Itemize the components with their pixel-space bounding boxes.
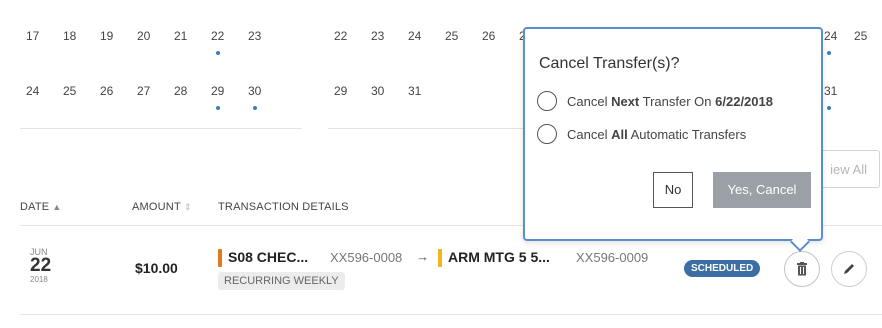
calendar-day[interactable]: 25 [445,29,482,59]
calendar-day[interactable]: 25 [63,84,100,114]
sort-icon: ⇕ [183,202,192,212]
popover-title: Cancel Transfer(s)? [539,55,680,72]
calendar-day[interactable]: 31 [408,84,445,114]
calendar-day[interactable]: 22 [334,29,371,59]
event-dot [216,51,220,55]
calendar-day[interactable]: 24 [824,29,854,59]
cancel-next-label: Cancel Next Transfer On 6/22/2018 [567,93,773,109]
radio-button[interactable] [537,91,557,111]
from-account-number: XX596-0008 [330,250,403,265]
calendar-right-week1: 24 25 [824,29,880,59]
calendar-right-week2: 31 [824,84,854,114]
transfer-arrow-icon: → [416,249,429,264]
calendar-day[interactable]: 29 [334,84,371,114]
event-dot [253,106,257,110]
event-dot [827,51,831,55]
pencil-icon [844,264,854,274]
yes-cancel-button[interactable]: Yes, Cancel [713,172,811,208]
date-year: 2018 [30,275,48,284]
event-dot [216,106,220,110]
to-account-name: ARM MTG 5 5... [448,249,550,265]
from-account-color-bar [218,249,222,267]
calendar-day[interactable]: 31 [824,84,854,114]
cancel-all-label: Cancel All Automatic Transfers [567,126,747,142]
calendar-day[interactable]: 28 [174,84,211,114]
date-column-header[interactable]: DATE ▲ [20,201,61,213]
calendar-day[interactable]: 23 [248,29,285,59]
no-button[interactable]: No [653,172,693,208]
calendar-divider [328,128,528,129]
to-account-color-bar [438,249,442,267]
status-badge: SCHEDULED [684,260,761,277]
calendar-day[interactable]: 19 [100,29,137,59]
calendar-day[interactable]: 30 [248,84,285,114]
calendar-day[interactable]: 21 [174,29,211,59]
calendar-day[interactable]: 26 [482,29,519,59]
from-account-name: S08 CHEC... [228,249,309,265]
calendar-day[interactable]: 17 [26,29,63,59]
popover-pointer [790,232,810,252]
calendar-day[interactable]: 29 [211,84,248,114]
cancel-next-option[interactable]: Cancel Next Transfer On 6/22/2018 [537,91,773,111]
calendar-day[interactable]: 25 [854,29,880,59]
calendar-left-week2: 24 25 26 27 28 29 30 [26,84,285,114]
calendar-day[interactable]: 24 [408,29,445,59]
event-dot [827,106,831,110]
calendar-day[interactable]: 26 [100,84,137,114]
calendar-day[interactable]: 23 [371,29,408,59]
calendar-day[interactable]: 24 [26,84,63,114]
cancel-all-option[interactable]: Cancel All Automatic Transfers [537,124,746,144]
recurrence-tag: RECURRING WEEKLY [218,272,345,290]
calendar-left-week1: 17 18 19 20 21 22 23 [26,29,285,59]
calendar-middle-week2: 29 30 31 [334,84,445,114]
edit-button[interactable] [831,251,867,287]
transaction-date: JUN 22 2018 [30,247,60,284]
details-column-header: TRANSACTION DETAILS [218,201,349,213]
radio-button[interactable] [537,124,557,144]
trash-icon [797,262,807,276]
calendar-day[interactable]: 30 [371,84,408,114]
calendar-day[interactable]: 20 [137,29,174,59]
calendar-day[interactable]: 27 [137,84,174,114]
transaction-amount: $10.00 [135,260,178,276]
to-account-number: XX596-0009 [576,250,649,265]
delete-button[interactable] [784,251,820,287]
date-day: 22 [30,255,52,276]
sort-icon: ▲ [52,202,62,212]
calendar-day[interactable]: 22 [211,29,248,59]
calendar-divider [20,128,302,129]
amount-column-header[interactable]: AMOUNT ⇕ [132,201,192,213]
calendar-day[interactable]: 18 [63,29,100,59]
cancel-transfer-popover: Cancel Transfer(s)? Cancel Next Transfer… [523,27,823,252]
row-divider [20,314,882,315]
